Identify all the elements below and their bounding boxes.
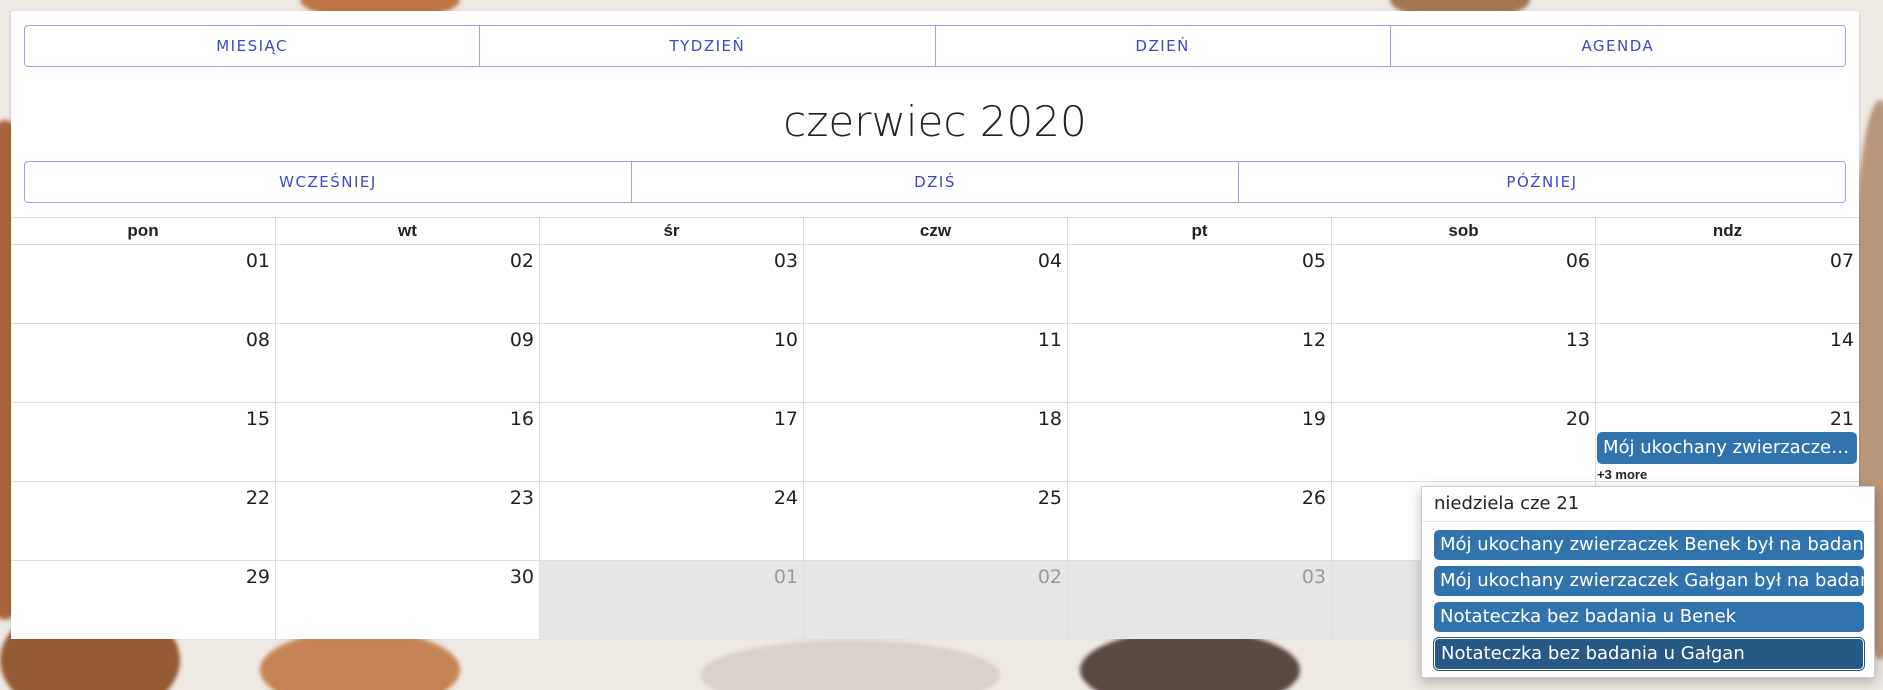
day-number[interactable]: 02 bbox=[510, 250, 534, 272]
day-events-popup: niedziela cze 21 Mój ukochany zwierzacze… bbox=[1421, 486, 1875, 678]
weekday-label: sob bbox=[1331, 218, 1595, 244]
day-cell[interactable]: 11 bbox=[803, 324, 1067, 402]
date-navigation: WCZEŚNIEJ DZIŚ PÓŹNIEJ bbox=[24, 161, 1846, 203]
day-number[interactable]: 29 bbox=[246, 566, 270, 588]
next-button[interactable]: PÓŹNIEJ bbox=[1238, 161, 1846, 203]
day-number[interactable]: 03 bbox=[774, 250, 798, 272]
day-number[interactable]: 15 bbox=[246, 408, 270, 430]
day-number[interactable]: 13 bbox=[1566, 329, 1590, 351]
day-number[interactable]: 09 bbox=[510, 329, 534, 351]
day-cell-off-range[interactable]: 01 bbox=[539, 561, 803, 639]
popup-event[interactable]: Mój ukochany zwierzaczek Benek był na ba… bbox=[1434, 530, 1864, 560]
week-row: 01 02 03 04 05 06 07 bbox=[11, 245, 1859, 324]
day-cell[interactable]: 14 bbox=[1595, 324, 1859, 402]
day-cell[interactable]: 08 bbox=[11, 324, 275, 402]
view-agenda-button[interactable]: AGENDA bbox=[1389, 25, 1846, 67]
day-number[interactable]: 01 bbox=[246, 250, 270, 272]
day-cell[interactable]: 18 bbox=[803, 403, 1067, 481]
day-cell[interactable]: 07 bbox=[1595, 245, 1859, 323]
day-number[interactable]: 17 bbox=[774, 408, 798, 430]
day-number[interactable]: 04 bbox=[1038, 250, 1062, 272]
calendar-event[interactable]: Mój ukochany zwierzaczek B... bbox=[1597, 432, 1857, 464]
popup-event-selected[interactable]: Notateczka bez badania u Gałgan bbox=[1433, 637, 1865, 671]
day-number[interactable]: 20 bbox=[1566, 408, 1590, 430]
view-month-button[interactable]: MIESIĄC bbox=[24, 25, 481, 67]
day-number[interactable]: 21 bbox=[1830, 408, 1854, 430]
popup-event[interactable]: Mój ukochany zwierzaczek Gałgan był na b… bbox=[1434, 566, 1864, 596]
day-cell[interactable]: 29 bbox=[11, 561, 275, 639]
day-cell[interactable]: 17 bbox=[539, 403, 803, 481]
day-number[interactable]: 12 bbox=[1302, 329, 1326, 351]
show-more-link[interactable]: +3 more bbox=[1597, 467, 1647, 481]
day-number[interactable]: 14 bbox=[1830, 329, 1854, 351]
day-cell[interactable]: 06 bbox=[1331, 245, 1595, 323]
day-cell[interactable]: 20 bbox=[1331, 403, 1595, 481]
day-number[interactable]: 03 bbox=[1302, 566, 1326, 588]
day-cell-off-range[interactable]: 02 bbox=[803, 561, 1067, 639]
weekday-label: czw bbox=[803, 218, 1067, 244]
popup-event[interactable]: Notateczka bez badania u Benek bbox=[1434, 602, 1864, 632]
view-switcher: MIESIĄC TYDZIEŃ DZIEŃ AGENDA bbox=[24, 25, 1846, 67]
day-cell[interactable]: 03 bbox=[539, 245, 803, 323]
weekday-label: wt bbox=[275, 218, 539, 244]
day-number[interactable]: 02 bbox=[1038, 566, 1062, 588]
calendar-title: czerwiec 2020 bbox=[783, 97, 1087, 146]
day-number[interactable]: 01 bbox=[774, 566, 798, 588]
day-cell[interactable]: 21 Mój ukochany zwierzaczek B... +3 more bbox=[1595, 403, 1859, 481]
day-cell[interactable]: 05 bbox=[1067, 245, 1331, 323]
day-number[interactable]: 23 bbox=[510, 487, 534, 509]
day-cell[interactable]: 10 bbox=[539, 324, 803, 402]
day-number[interactable]: 11 bbox=[1038, 329, 1062, 351]
day-cell[interactable]: 12 bbox=[1067, 324, 1331, 402]
day-cell[interactable]: 15 bbox=[11, 403, 275, 481]
day-cell[interactable]: 30 bbox=[275, 561, 539, 639]
day-cell[interactable]: 01 bbox=[11, 245, 275, 323]
day-cell[interactable]: 24 bbox=[539, 482, 803, 560]
view-week-button[interactable]: TYDZIEŃ bbox=[479, 25, 936, 67]
day-cell[interactable]: 26 bbox=[1067, 482, 1331, 560]
day-cell[interactable]: 19 bbox=[1067, 403, 1331, 481]
weekday-header: pon wt śr czw pt sob ndz bbox=[11, 218, 1859, 245]
day-cell[interactable]: 02 bbox=[275, 245, 539, 323]
day-number[interactable]: 24 bbox=[774, 487, 798, 509]
day-cell[interactable]: 22 bbox=[11, 482, 275, 560]
day-number[interactable]: 25 bbox=[1038, 487, 1062, 509]
day-cell[interactable]: 13 bbox=[1331, 324, 1595, 402]
day-number[interactable]: 10 bbox=[774, 329, 798, 351]
day-number[interactable]: 16 bbox=[510, 408, 534, 430]
week-row: 08 09 10 11 12 13 14 bbox=[11, 324, 1859, 403]
day-number[interactable]: 22 bbox=[246, 487, 270, 509]
popup-heading: niedziela cze 21 bbox=[1422, 487, 1874, 522]
day-number[interactable]: 30 bbox=[510, 566, 534, 588]
day-cell[interactable]: 25 bbox=[803, 482, 1067, 560]
day-cell[interactable]: 16 bbox=[275, 403, 539, 481]
day-number[interactable]: 19 bbox=[1302, 408, 1326, 430]
weekday-label: śr bbox=[539, 218, 803, 244]
week-row: 15 16 17 18 19 20 21 Mój ukochany zwierz… bbox=[11, 403, 1859, 482]
weekday-label: ndz bbox=[1595, 218, 1859, 244]
day-cell[interactable]: 09 bbox=[275, 324, 539, 402]
day-number[interactable]: 18 bbox=[1038, 408, 1062, 430]
view-day-button[interactable]: DZIEŃ bbox=[934, 25, 1391, 67]
day-cell-off-range[interactable]: 03 bbox=[1067, 561, 1331, 639]
weekday-label: pon bbox=[127, 221, 159, 240]
weekday-label: pt bbox=[1067, 218, 1331, 244]
today-button[interactable]: DZIŚ bbox=[631, 161, 1239, 203]
day-number[interactable]: 05 bbox=[1302, 250, 1326, 272]
day-number[interactable]: 06 bbox=[1566, 250, 1590, 272]
previous-button[interactable]: WCZEŚNIEJ bbox=[24, 161, 632, 203]
day-number[interactable]: 07 bbox=[1830, 250, 1854, 272]
day-number[interactable]: 26 bbox=[1302, 487, 1326, 509]
day-number[interactable]: 08 bbox=[246, 329, 270, 351]
day-cell[interactable]: 04 bbox=[803, 245, 1067, 323]
day-cell[interactable]: 23 bbox=[275, 482, 539, 560]
